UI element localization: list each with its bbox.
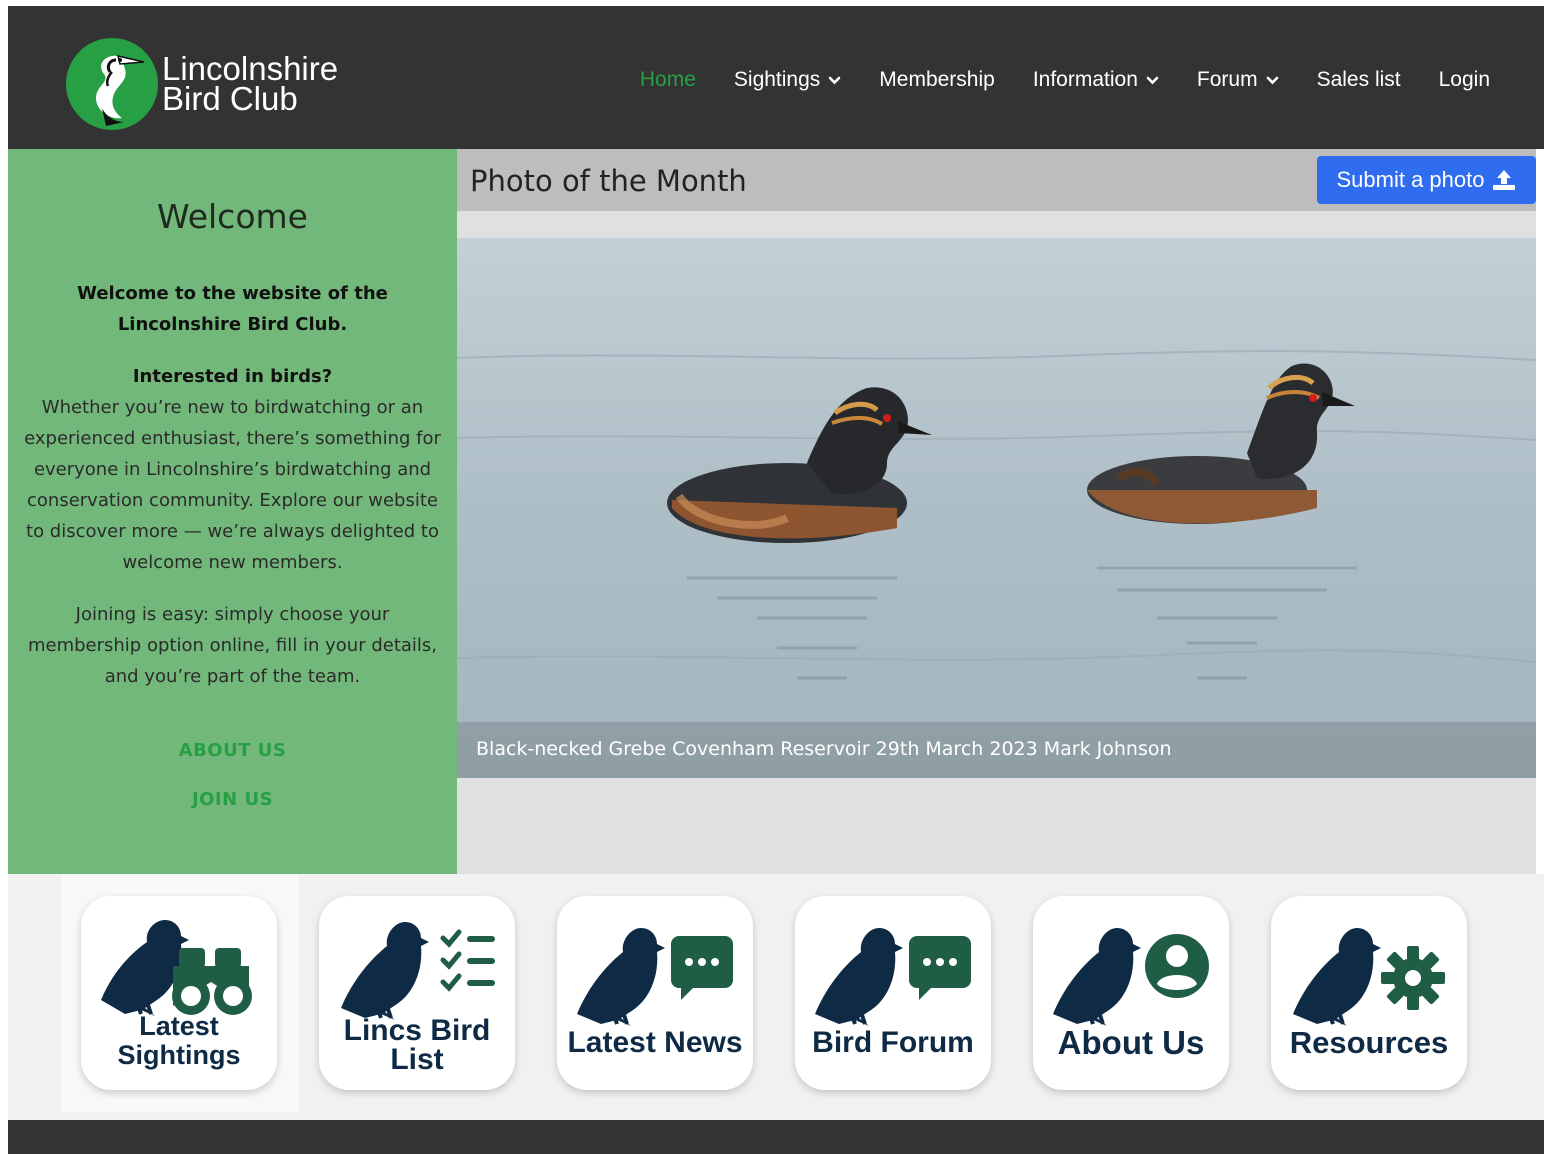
welcome-intro: Welcome to the website of the Lincolnshi…	[77, 283, 388, 335]
tile-label-line2: List	[390, 1043, 444, 1076]
photo-of-month-panel: Photo of the Month Submit a photo Black-…	[457, 149, 1536, 874]
bird-chat-bubble-icon	[577, 928, 733, 1026]
site-logo[interactable]: Lincolnshire Bird Club	[66, 38, 338, 130]
tile-resources-label: Resources	[1271, 1025, 1467, 1060]
welcome-subheading: Interested in birds?	[132, 366, 333, 387]
tile-about-us-wrap: About Us	[1013, 874, 1251, 1112]
submit-photo-button[interactable]: Submit a photo	[1317, 156, 1536, 204]
nav-home-label: Home	[639, 68, 696, 91]
chevron-down-icon	[1146, 76, 1159, 84]
tile-latest-sightings-wrap: Latest Sightings	[61, 874, 299, 1112]
nav-sightings[interactable]: Sightings	[734, 68, 841, 92]
featured-bird-photo[interactable]: Black-necked Grebe Covenham Reservoir 29…	[457, 238, 1536, 778]
nav-sightings-label: Sightings	[733, 68, 821, 91]
join-us-link[interactable]: JOIN US	[8, 789, 457, 810]
bird-chat-bubble-icon	[815, 928, 971, 1026]
photo-of-month-title: Photo of the Month	[470, 164, 747, 198]
tile-label-line2: Sightings	[117, 1040, 241, 1070]
tile-label-line1: Latest	[139, 1011, 219, 1041]
page: Lincolnshire Bird Club Home Sightings Me…	[8, 6, 1544, 1154]
bird-gear-icon	[1293, 928, 1445, 1026]
tile-resources[interactable]: Resources	[1271, 896, 1467, 1090]
tile-label-line1: Bird Forum	[812, 1026, 974, 1059]
about-us-link[interactable]: ABOUT US	[8, 740, 457, 761]
tile-bird-forum-wrap: Bird Forum	[775, 874, 1013, 1112]
quick-links-row: Latest Sightings Lincs Bird List Latest …	[8, 874, 1544, 1120]
welcome-body: Whether you’re new to birdwatching or an…	[24, 397, 441, 573]
site-header: Lincolnshire Bird Club Home Sightings Me…	[8, 6, 1544, 149]
welcome-title: Welcome	[157, 197, 308, 236]
tile-lincs-bird-list[interactable]: Lincs Bird List	[319, 896, 515, 1090]
main-nav: Home Sightings Membership Information Fo…	[602, 68, 1490, 92]
tile-label-line1: Lincs Bird	[343, 1014, 491, 1047]
tile-latest-sightings-label: Latest Sightings	[81, 1012, 277, 1070]
chevron-down-icon	[828, 76, 841, 84]
tile-label-line1: Latest News	[567, 1026, 743, 1059]
chevron-down-icon	[1266, 76, 1278, 84]
tile-resources-wrap: Resources	[1251, 874, 1489, 1112]
nav-information-label: Information	[1032, 68, 1138, 91]
tile-label-line1: About Us	[1057, 1024, 1205, 1061]
nav-sales-list-label: Sales list	[1316, 68, 1401, 91]
nav-forum[interactable]: Forum	[1197, 68, 1279, 92]
nav-login-label: Login	[1438, 68, 1490, 91]
submit-photo-label: Submit a photo	[1336, 167, 1485, 192]
photo-of-month-header: Photo of the Month Submit a photo	[457, 149, 1536, 211]
tile-about-us-label: About Us	[1033, 1024, 1229, 1061]
heron-logo-icon	[66, 38, 158, 130]
welcome-body-joining: Joining is easy: simply choose your memb…	[27, 604, 438, 687]
tile-bird-forum[interactable]: Bird Forum	[795, 896, 991, 1090]
grebes-photo-image	[457, 238, 1536, 778]
tile-latest-sightings[interactable]: Latest Sightings	[81, 896, 277, 1090]
nav-membership[interactable]: Membership	[879, 68, 995, 92]
photo-caption: Black-necked Grebe Covenham Reservoir 29…	[476, 738, 1172, 760]
tile-latest-news-wrap: Latest News	[537, 874, 775, 1112]
tile-latest-news[interactable]: Latest News	[557, 896, 753, 1090]
nav-home[interactable]: Home	[640, 68, 696, 92]
tile-lincs-bird-list-wrap: Lincs Bird List	[299, 874, 537, 1112]
logo-wordmark: Lincolnshire Bird Club	[162, 52, 338, 117]
photo-caption-bar: Black-necked Grebe Covenham Reservoir 29…	[457, 722, 1536, 778]
logo-line2: Bird Club	[162, 80, 298, 117]
site-footer	[8, 1120, 1544, 1154]
nav-sales-list[interactable]: Sales list	[1317, 68, 1401, 92]
welcome-panel: Welcome Welcome to the website of the Li…	[8, 149, 457, 874]
nav-forum-label: Forum	[1196, 68, 1258, 91]
tile-latest-news-label: Latest News	[557, 1026, 753, 1059]
nav-information[interactable]: Information	[1033, 68, 1159, 92]
upload-icon	[1493, 170, 1516, 190]
nav-login[interactable]: Login	[1439, 68, 1490, 92]
tile-label-line1: Resources	[1289, 1025, 1449, 1060]
tile-about-us[interactable]: About Us	[1033, 896, 1229, 1090]
nav-membership-label: Membership	[879, 68, 995, 91]
tile-bird-forum-label: Bird Forum	[795, 1026, 991, 1059]
tile-lincs-bird-list-label: Lincs Bird List	[319, 1014, 515, 1076]
